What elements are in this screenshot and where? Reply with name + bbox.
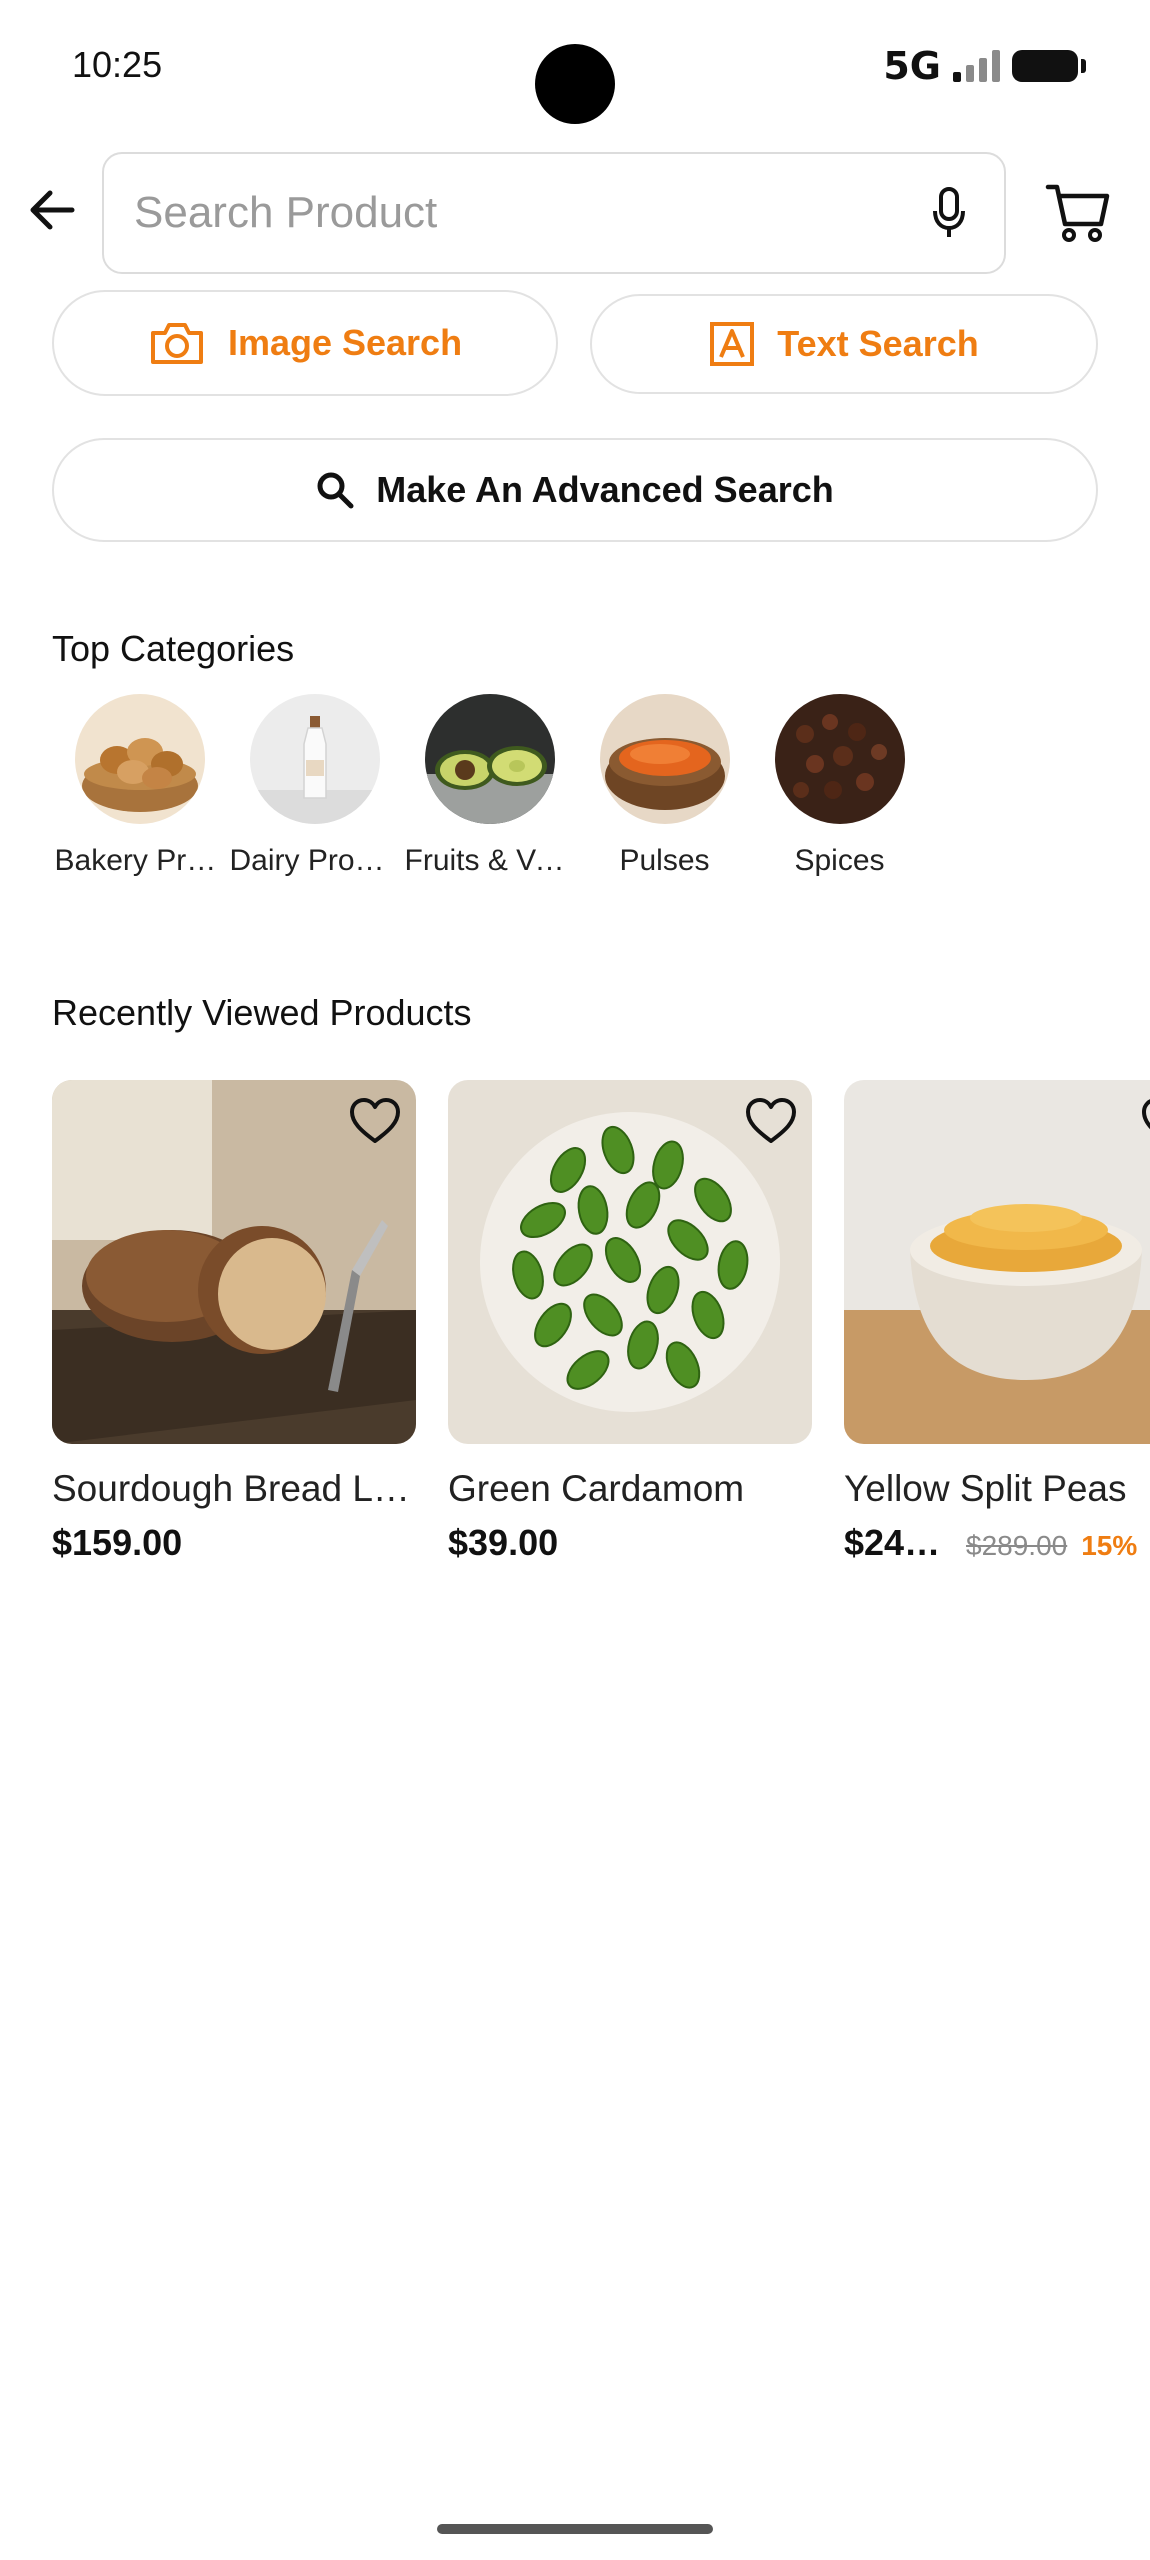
status-icons: 5G bbox=[883, 44, 1086, 88]
text-search-label: Text Search bbox=[777, 323, 979, 364]
battery-icon bbox=[1012, 50, 1086, 82]
top-categories-title: Top Categories bbox=[52, 628, 295, 669]
product-image bbox=[844, 1080, 1150, 1444]
search-bar[interactable] bbox=[102, 152, 1006, 274]
category-spices[interactable]: Spices bbox=[752, 694, 927, 878]
voice-search-button[interactable] bbox=[924, 183, 974, 243]
signal-icon bbox=[953, 50, 1000, 82]
home-indicator[interactable] bbox=[437, 2524, 713, 2534]
category-label: Spices bbox=[794, 844, 885, 877]
product-card[interactable]: Green Cardamom $39.00 bbox=[448, 1080, 812, 1564]
text-search-button[interactable]: Text Search bbox=[590, 294, 1098, 394]
back-arrow-icon bbox=[30, 190, 75, 230]
category-label: Pulses bbox=[619, 844, 710, 877]
favorite-heart-icon[interactable] bbox=[348, 1096, 402, 1146]
category-label: Fruits & Vegetables bbox=[404, 844, 575, 877]
original-price: $289.00 bbox=[966, 1530, 1068, 1561]
favorite-heart-icon[interactable] bbox=[744, 1096, 798, 1146]
advanced-search-button[interactable]: Make An Advanced Search bbox=[52, 438, 1098, 542]
status-bar: 10:25 5G bbox=[0, 0, 1150, 140]
spices-image bbox=[774, 694, 905, 824]
product-price: $245.00 bbox=[844, 1522, 952, 1563]
search-input[interactable] bbox=[134, 188, 924, 238]
product-card[interactable]: Yellow Split Peas $245.00 $289.00 15% bbox=[844, 1080, 1150, 1564]
favorite-heart-icon[interactable] bbox=[1140, 1096, 1150, 1146]
image-search-button[interactable]: Image Search bbox=[52, 290, 558, 396]
product-price: $159.00 bbox=[52, 1522, 183, 1563]
recently-viewed-list: Sourdough Bread Loaf $159.00 Green Carda… bbox=[52, 1080, 1150, 1564]
product-name: Green Cardamom bbox=[448, 1468, 745, 1509]
fruits-image bbox=[424, 694, 555, 824]
status-time: 10:25 bbox=[72, 44, 163, 85]
camera-icon bbox=[150, 323, 203, 364]
text-recognition-icon bbox=[710, 322, 755, 366]
product-name: Yellow Split Peas bbox=[844, 1468, 1127, 1509]
cart-button[interactable] bbox=[1040, 178, 1116, 248]
camera-cutout bbox=[535, 44, 615, 124]
category-fruits-vegetables[interactable]: Fruits & Vegetables bbox=[402, 694, 577, 878]
category-pulses[interactable]: Pulses bbox=[577, 694, 752, 878]
mic-icon bbox=[933, 187, 965, 237]
price-row: $245.00 $289.00 15% bbox=[844, 1522, 1150, 1564]
product-image bbox=[52, 1080, 416, 1444]
product-card[interactable]: Sourdough Bread Loaf $159.00 bbox=[52, 1080, 416, 1564]
advanced-search-label: Make An Advanced Search bbox=[376, 469, 834, 510]
category-dairy[interactable]: Dairy Products bbox=[227, 694, 402, 878]
price-row: $159.00 bbox=[52, 1522, 416, 1564]
search-icon bbox=[317, 472, 354, 509]
pulses-image bbox=[599, 694, 730, 824]
dairy-image bbox=[249, 694, 380, 824]
category-label: Bakery Products bbox=[54, 844, 225, 877]
network-label: 5G bbox=[883, 44, 941, 88]
category-bakery[interactable]: Bakery Products bbox=[52, 694, 227, 878]
image-search-label: Image Search bbox=[227, 322, 463, 363]
price-row: $39.00 bbox=[448, 1522, 812, 1564]
discount-badge: 15% bbox=[1081, 1530, 1138, 1561]
bakery-image bbox=[74, 694, 205, 824]
product-price: $39.00 bbox=[448, 1522, 559, 1563]
back-button[interactable] bbox=[22, 180, 82, 240]
cart-icon bbox=[1045, 184, 1110, 242]
category-list: Bakery Products Dairy Products bbox=[52, 694, 927, 878]
product-name: Sourdough Bread Loaf bbox=[52, 1468, 416, 1509]
recently-viewed-title: Recently Viewed Products bbox=[52, 992, 472, 1033]
category-label: Dairy Products bbox=[229, 844, 400, 877]
product-image bbox=[448, 1080, 812, 1444]
